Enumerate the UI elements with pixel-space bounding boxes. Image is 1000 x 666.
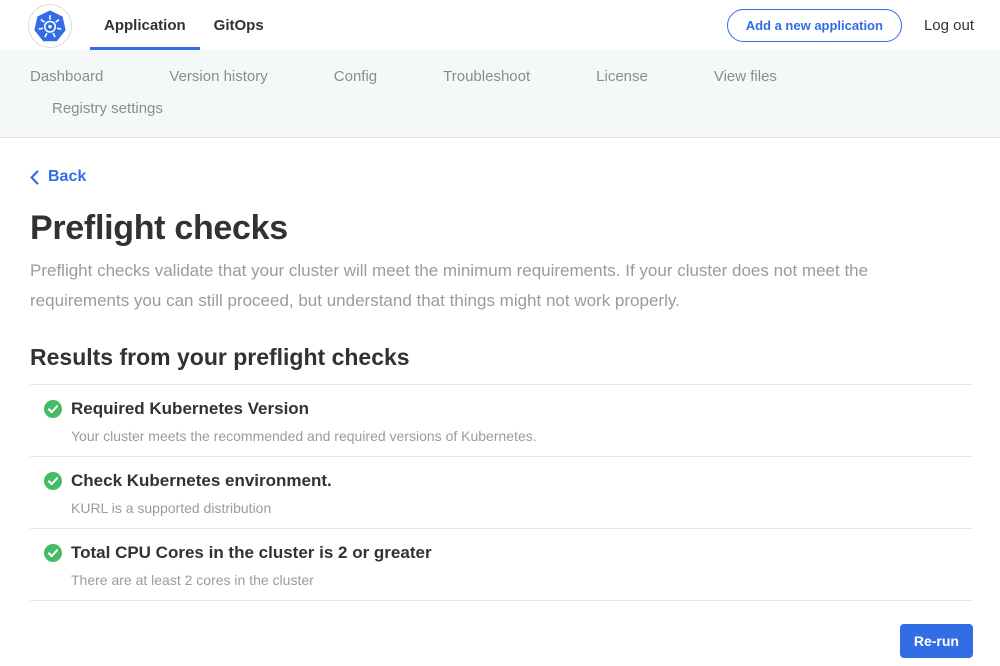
footer-actions: Re-run bbox=[30, 624, 973, 658]
page-description: Preflight checks validate that your clus… bbox=[30, 256, 950, 316]
subnav-item-version-history[interactable]: Version history bbox=[169, 61, 267, 93]
check-description: There are at least 2 cores in the cluste… bbox=[71, 572, 432, 589]
primary-tabs: Application GitOps bbox=[90, 0, 278, 50]
subnav-item-view-files[interactable]: View files bbox=[714, 61, 777, 93]
check-title: Required Kubernetes Version bbox=[71, 398, 537, 420]
topbar-right: Add a new application Log out bbox=[727, 9, 974, 42]
main-content: Back Preflight checks Preflight checks v… bbox=[0, 138, 1000, 658]
tab-application[interactable]: Application bbox=[90, 0, 200, 50]
tab-gitops-label: GitOps bbox=[214, 17, 264, 34]
check-circle-icon bbox=[44, 544, 62, 562]
app-subnav: Dashboard Version history Config Troublesho… bbox=[0, 50, 1000, 138]
check-circle-icon bbox=[44, 472, 62, 490]
check-body: Required Kubernetes Version Your cluster… bbox=[71, 398, 537, 445]
tab-application-label: Application bbox=[104, 17, 186, 34]
topbar: Application GitOps Add a new application… bbox=[0, 0, 1000, 50]
subnav-item-config[interactable]: Config bbox=[334, 61, 377, 93]
check-item: Required Kubernetes Version Your cluster… bbox=[30, 385, 973, 457]
check-item: Check Kubernetes environment. KURL is a … bbox=[30, 457, 973, 529]
check-title: Check Kubernetes environment. bbox=[71, 470, 332, 492]
rerun-button[interactable]: Re-run bbox=[900, 624, 973, 658]
subnav-item-troubleshoot[interactable]: Troubleshoot bbox=[443, 61, 530, 93]
subnav-item-registry-settings[interactable]: Registry settings bbox=[52, 93, 163, 125]
check-body: Total CPU Cores in the cluster is 2 or g… bbox=[71, 542, 432, 589]
check-body: Check Kubernetes environment. KURL is a … bbox=[71, 470, 332, 517]
page-title: Preflight checks bbox=[30, 209, 973, 247]
chevron-left-icon bbox=[30, 170, 39, 185]
kubernetes-logo bbox=[28, 4, 72, 48]
subnav-item-dashboard[interactable]: Dashboard bbox=[30, 61, 103, 93]
subnav-list: Dashboard Version history Config Troublesho… bbox=[30, 50, 970, 137]
results-heading: Results from your preflight checks bbox=[30, 343, 973, 371]
check-item: Total CPU Cores in the cluster is 2 or g… bbox=[30, 529, 973, 601]
preflight-results-list: Required Kubernetes Version Your cluster… bbox=[30, 384, 973, 601]
check-title: Total CPU Cores in the cluster is 2 or g… bbox=[71, 542, 432, 564]
check-description: Your cluster meets the recommended and r… bbox=[71, 428, 537, 445]
check-description: KURL is a supported distribution bbox=[71, 500, 332, 517]
logout-link[interactable]: Log out bbox=[924, 17, 974, 34]
back-label: Back bbox=[48, 168, 86, 186]
kubernetes-helm-icon bbox=[33, 9, 67, 43]
add-application-button[interactable]: Add a new application bbox=[727, 9, 902, 42]
check-circle-icon bbox=[44, 400, 62, 418]
subnav-item-license[interactable]: License bbox=[596, 61, 648, 93]
tab-gitops[interactable]: GitOps bbox=[200, 0, 278, 50]
back-link[interactable]: Back bbox=[30, 168, 86, 186]
